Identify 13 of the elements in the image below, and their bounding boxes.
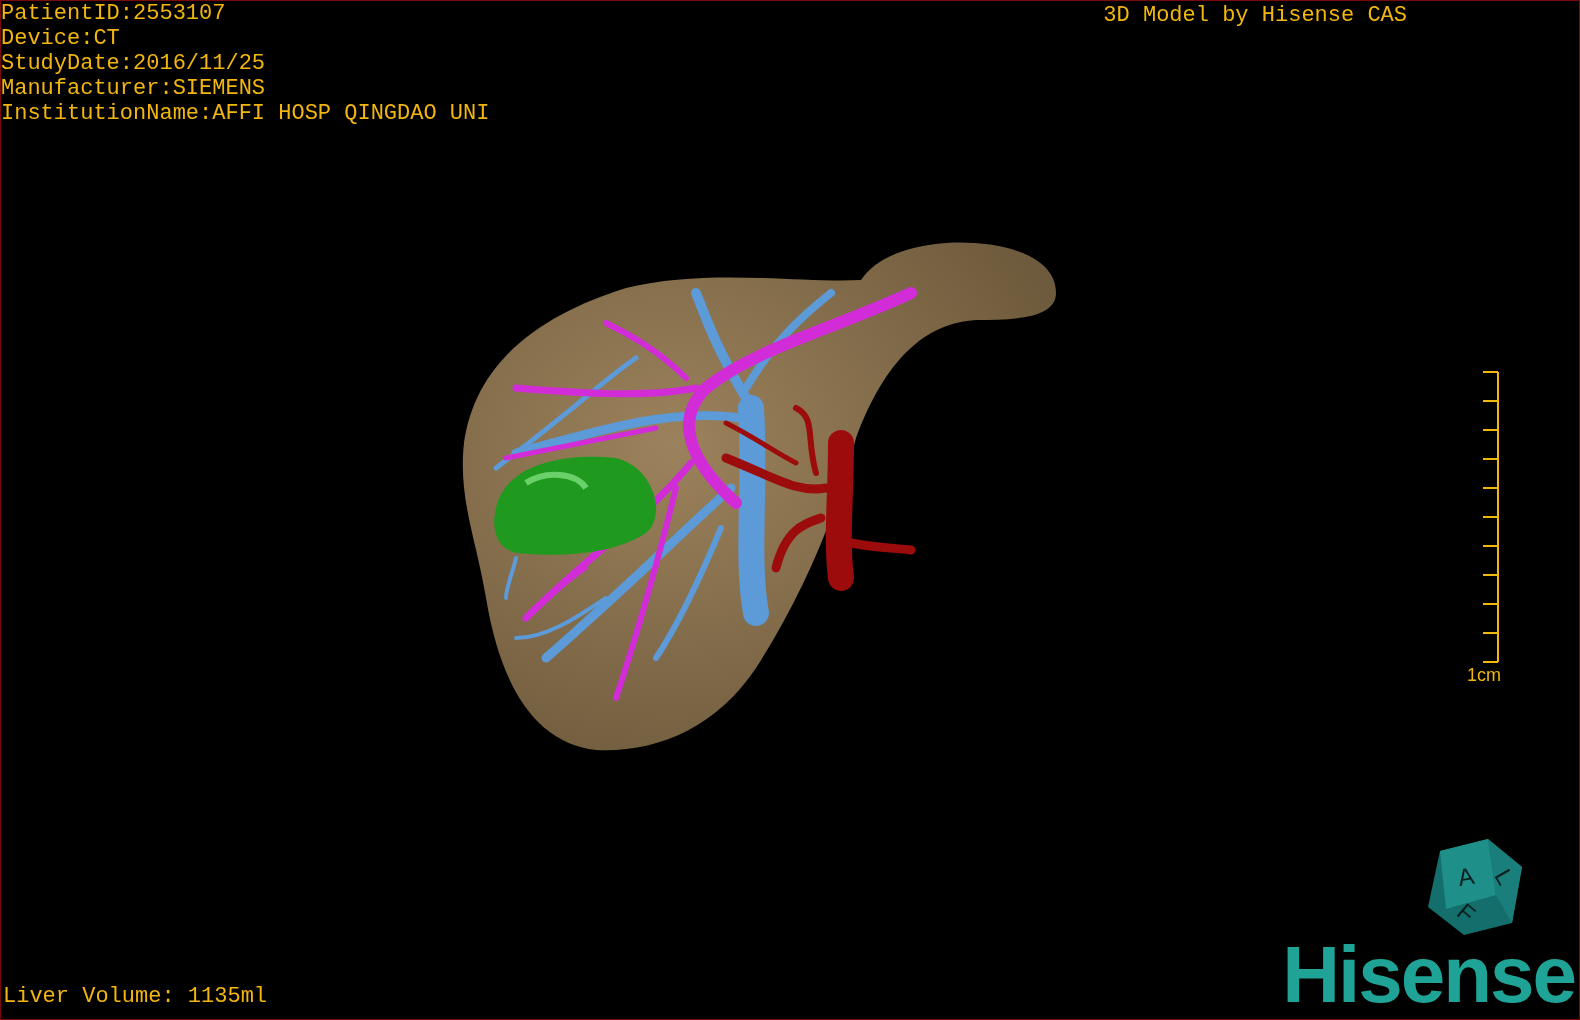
cube-face-letter: L xyxy=(1489,864,1520,890)
viewer-title: 3D Model by Hisense CAS xyxy=(1103,3,1407,28)
patient-info-text: Manufacturer:SIEMENS xyxy=(1,76,267,101)
patient-info-text: Device:CT xyxy=(1,26,121,51)
patient-info-text: PatientID:2553107 xyxy=(1,1,227,26)
cube-face-letter: F xyxy=(1452,897,1481,928)
cube-face-letter: A xyxy=(1455,861,1477,892)
brand-logo: Hisense xyxy=(1282,937,1575,1013)
cube-icon xyxy=(1428,839,1522,935)
patient-info-text: StudyDate:2016/11/25 xyxy=(1,51,267,76)
patient-info-text: InstitutionName:AFFI HOSP QINGDAO UNI xyxy=(1,101,490,126)
liver-volume-text: Liver Volume: 1135ml xyxy=(3,984,268,1009)
scale-label: 1cm xyxy=(1467,665,1501,685)
